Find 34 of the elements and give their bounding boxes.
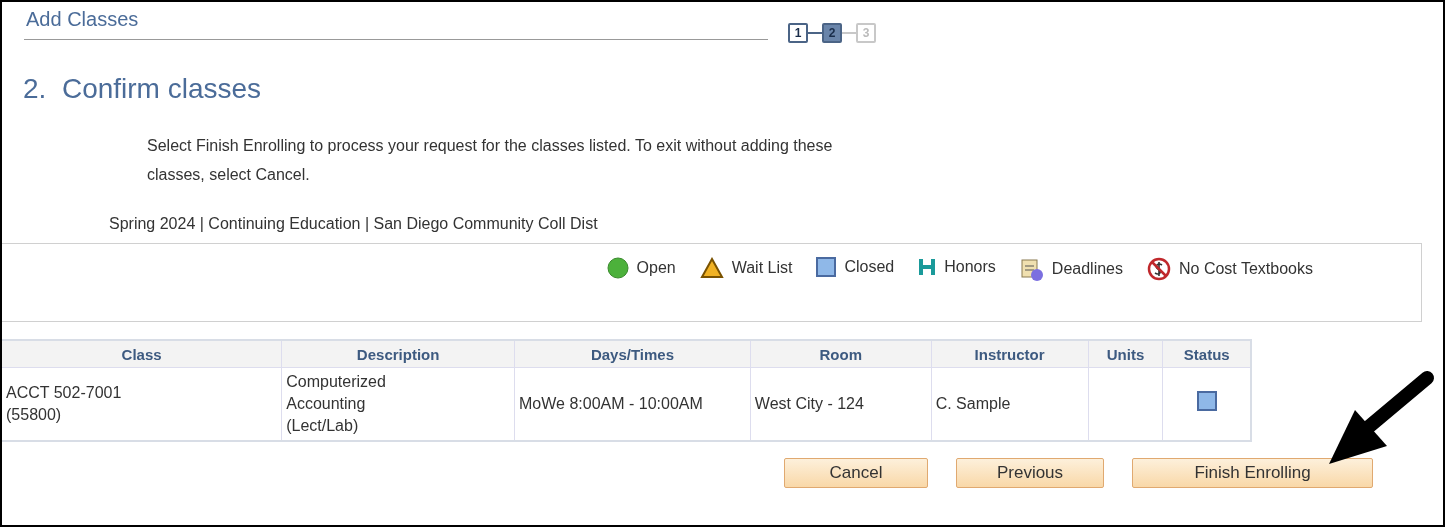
column-header: Days/Times xyxy=(514,340,751,368)
no-dollar-icon xyxy=(1147,257,1171,281)
step-indicator: 2 xyxy=(822,23,842,43)
triangle-icon xyxy=(699,257,724,279)
column-header: Instructor xyxy=(931,340,1089,368)
legend-label: Open xyxy=(636,259,676,277)
step-indicator: 3 xyxy=(856,23,876,43)
legend-label: Closed xyxy=(844,258,895,276)
legend-label: No Cost Textbooks xyxy=(1179,260,1313,278)
legend-label: Deadlines xyxy=(1051,260,1123,278)
page-title: 2. Confirm classes xyxy=(23,73,263,105)
step-indicator: 1 xyxy=(788,23,808,43)
legend-label: Wait List xyxy=(731,259,793,277)
column-header: Room xyxy=(750,340,932,368)
action-button[interactable]: Finish Enrolling xyxy=(1132,458,1373,488)
section-title: Add Classes xyxy=(24,6,768,40)
calendar-info-icon xyxy=(1019,257,1044,281)
table-cell: MoWe 8:00AM - 10:00AM xyxy=(519,395,703,412)
square-icon xyxy=(816,257,837,277)
table-cell: West City - 124 xyxy=(754,395,864,412)
h-letter-icon xyxy=(918,257,937,277)
column-header: Status xyxy=(1163,340,1251,368)
instructions-text: Select Finish Enrolling to process your request for the classes listed. To exit without adding these classes, select Cancel. xyxy=(147,136,834,185)
table-cell: C. Sample xyxy=(935,395,1011,412)
column-header: Units xyxy=(1088,340,1163,368)
legend-label: Honors xyxy=(944,258,996,276)
column-header: Description xyxy=(281,340,515,368)
term-info: Spring 2024 | Continuing Education | San Diego Community Coll Dist xyxy=(109,215,599,233)
table-cell: Computerized Accounting (Lect/Lab) xyxy=(286,373,386,434)
action-button[interactable]: Previous xyxy=(956,458,1104,488)
circle-icon xyxy=(606,257,629,279)
column-header: Class xyxy=(2,340,282,368)
table-cell: ACCT 502-7001 (55800) xyxy=(6,384,122,423)
action-button[interactable]: Cancel xyxy=(784,458,928,488)
